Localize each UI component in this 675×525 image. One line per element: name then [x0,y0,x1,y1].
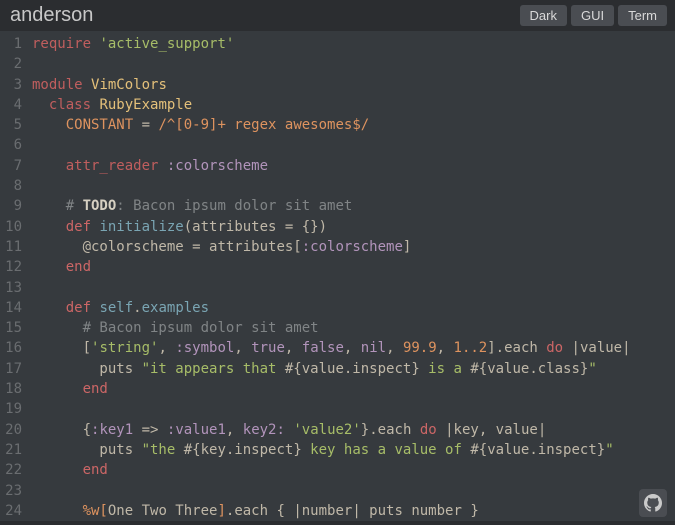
line-number: 21 [0,440,32,460]
code-line: 1require 'active_support' [0,34,675,54]
line-content: # TODO: Bacon ipsum dolor sit amet [32,196,675,216]
code-line: 7 attr_reader :colorscheme [0,156,675,176]
line-number: 2 [0,54,32,74]
line-content: require 'active_support' [32,34,675,54]
code-line: 4 class RubyExample [0,95,675,115]
line-content: def self.examples [32,298,675,318]
line-number: 15 [0,318,32,338]
line-number: 14 [0,298,32,318]
line-number: 16 [0,338,32,358]
line-content [32,399,675,419]
line-number: 13 [0,278,32,298]
code-line: 17 puts "it appears that #{value.inspect… [0,359,675,379]
line-content [32,481,675,501]
code-line: 21 puts "the #{key.inspect} key has a va… [0,440,675,460]
line-content: attr_reader :colorscheme [32,156,675,176]
line-content: # Bacon ipsum dolor sit amet [32,318,675,338]
scheme-title: anderson [10,4,93,27]
code-line: 23 [0,481,675,501]
line-content: ['string', :symbol, true, false, nil, 99… [32,338,675,358]
line-number: 5 [0,115,32,135]
line-content: end [32,257,675,277]
github-button[interactable] [639,489,667,517]
line-number: 4 [0,95,32,115]
line-content: def initialize(attributes = {}) [32,217,675,237]
line-number: 19 [0,399,32,419]
line-number: 3 [0,75,32,95]
line-number: 9 [0,196,32,216]
code-line: 22 end [0,460,675,480]
line-content: %w[One Two Three].each { |number| puts n… [32,501,675,521]
line-content: class RubyExample [32,95,675,115]
line-number: 24 [0,501,32,521]
header: anderson Dark GUI Term [0,0,675,31]
code-line: 2 [0,54,675,74]
line-content: {:key1 => :value1, key2: 'value2'}.each … [32,420,675,440]
code-line: 8 [0,176,675,196]
line-number: 17 [0,359,32,379]
github-icon [644,494,662,512]
line-content [32,278,675,298]
line-number: 12 [0,257,32,277]
line-number: 20 [0,420,32,440]
line-content: module VimColors [32,75,675,95]
line-number: 6 [0,135,32,155]
line-content [32,54,675,74]
code-line: 9 # TODO: Bacon ipsum dolor sit amet [0,196,675,216]
code-area: 1require 'active_support'23module VimCol… [0,31,675,521]
code-line: 20 {:key1 => :value1, key2: 'value2'}.ea… [0,420,675,440]
code-line: 3module VimColors [0,75,675,95]
code-line: 19 [0,399,675,419]
code-line: 14 def self.examples [0,298,675,318]
line-content: end [32,379,675,399]
code-line: 18 end [0,379,675,399]
line-number: 1 [0,34,32,54]
line-content: end [32,460,675,480]
line-content: puts "it appears that #{value.inspect} i… [32,359,675,379]
code-line: 13 [0,278,675,298]
line-number: 10 [0,217,32,237]
line-content: CONSTANT = /^[0-9]+ regex awesomes$/ [32,115,675,135]
line-number: 7 [0,156,32,176]
code-line: 10 def initialize(attributes = {}) [0,217,675,237]
code-line: 11 @colorscheme = attributes[:colorschem… [0,237,675,257]
line-number: 8 [0,176,32,196]
code-line: 12 end [0,257,675,277]
code-line: 6 [0,135,675,155]
code-line: 16 ['string', :symbol, true, false, nil,… [0,338,675,358]
code-line: 15 # Bacon ipsum dolor sit amet [0,318,675,338]
tab-dark[interactable]: Dark [520,5,567,26]
line-content [32,176,675,196]
view-tabs: Dark GUI Term [520,5,667,26]
line-number: 11 [0,237,32,257]
line-content: @colorscheme = attributes[:colorscheme] [32,237,675,257]
line-number: 23 [0,481,32,501]
tab-term[interactable]: Term [618,5,667,26]
tab-gui[interactable]: GUI [571,5,614,26]
code-line: 24 %w[One Two Three].each { |number| put… [0,501,675,521]
line-content: puts "the #{key.inspect} key has a value… [32,440,675,460]
line-number: 18 [0,379,32,399]
line-number: 22 [0,460,32,480]
line-content [32,135,675,155]
code-line: 5 CONSTANT = /^[0-9]+ regex awesomes$/ [0,115,675,135]
